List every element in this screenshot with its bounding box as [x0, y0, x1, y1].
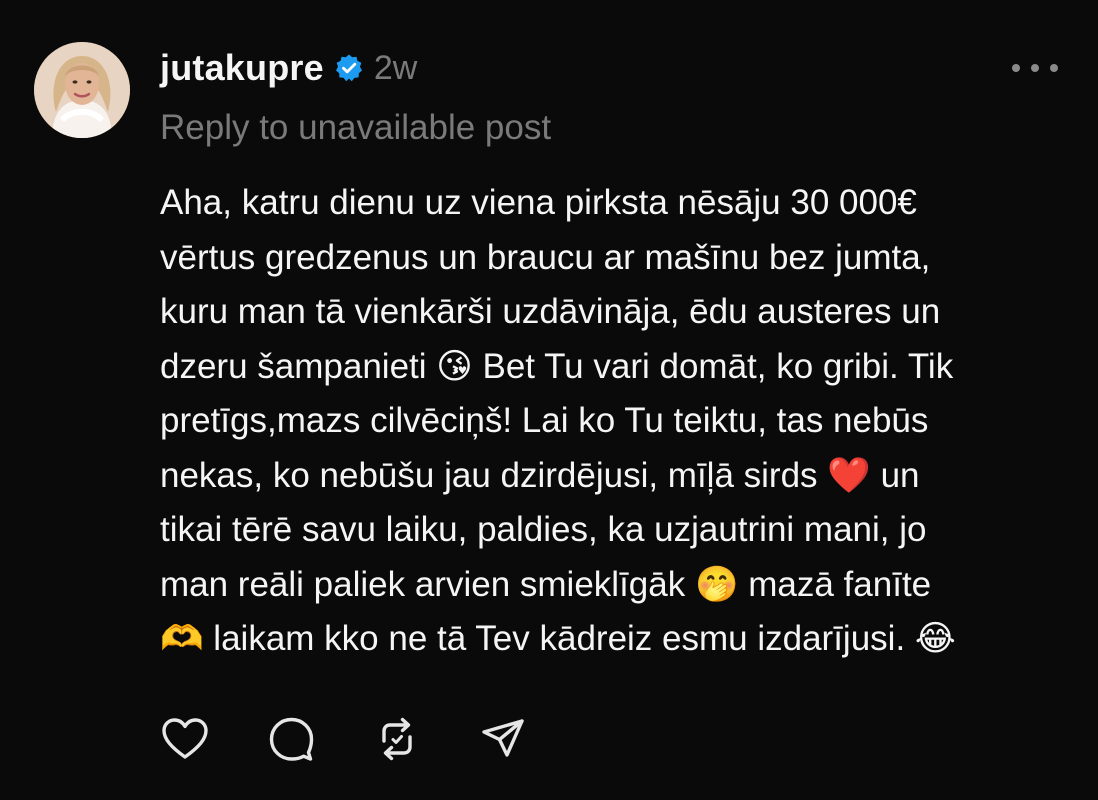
post-body-line: nekas, ko nebūšu jau dzirdējusi, mīļā si…	[160, 455, 920, 495]
post-body-line: 🫶 laikam kko ne tā Tev kādreiz esmu izda…	[160, 619, 956, 658]
send-icon	[482, 719, 524, 757]
repost-icon	[382, 717, 412, 761]
heart-icon	[162, 718, 208, 759]
post-body-line: dzeru šampanieti 😘 Bet Tu vari domāt, ko…	[160, 346, 954, 386]
more-dot	[1031, 64, 1039, 72]
author-avatar[interactable]	[34, 42, 130, 138]
post-header: jutakupre 2w	[160, 44, 417, 92]
comment-button[interactable]	[266, 714, 316, 764]
more-dot	[1050, 64, 1058, 72]
post-body-line: kuru man tā vienkārši uzdāvināja, ēdu au…	[160, 292, 941, 331]
post-body-line: man reāli paliek arvien smieklīgāk 🤭 maz…	[160, 564, 932, 604]
repost-button[interactable]	[372, 714, 422, 764]
post-body-line: Aha, katru dienu uz viena pirksta nēsāju…	[160, 183, 917, 222]
post-timestamp: 2w	[373, 48, 418, 87]
post-body-line: tikai tērē savu laiku, paldies, ka uzjau…	[160, 510, 927, 549]
speech-bubble-icon	[269, 717, 314, 761]
verified-badge-icon	[334, 53, 364, 83]
author-username[interactable]: jutakupre	[160, 47, 324, 89]
more-horizontal-icon	[1012, 64, 1020, 72]
post-body: Aha, katru dienu uz viena pirksta nēsāju…	[160, 176, 1080, 667]
share-button[interactable]	[478, 714, 528, 764]
like-button[interactable]	[160, 714, 210, 764]
more-options-button[interactable]	[1012, 58, 1058, 78]
post-body-line: pretīgs,mazs cilvēciņš! Lai ko Tu teiktu…	[160, 401, 929, 440]
post-body-line: vērtus gredzenus un braucu ar mašīnu bez…	[160, 237, 931, 277]
profile-photo	[34, 42, 130, 138]
thread-post: jutakupre 2w Reply to unavailable post A…	[0, 0, 1098, 800]
post-actions	[160, 714, 528, 764]
reply-context[interactable]: Reply to unavailable post	[160, 108, 551, 148]
